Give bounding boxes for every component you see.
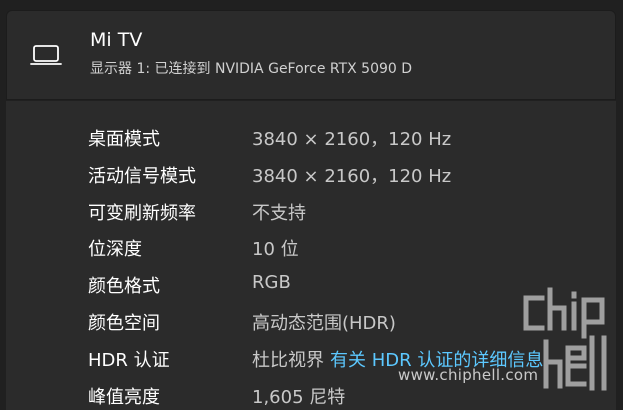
property-label: HDR 认证: [88, 350, 170, 371]
property-value: 1,605 尼特: [252, 387, 346, 408]
property-value: 3840 × 2160，120 Hz: [252, 129, 452, 150]
property-row-bit-depth: 位深度 10 位: [6, 227, 616, 261]
display-header-card: Mi TV 显示器 1: 已连接到 NVIDIA GeForce RTX 509…: [6, 10, 616, 100]
device-connection-info: 显示器 1: 已连接到 NVIDIA GeForce RTX 5090 D: [90, 61, 413, 77]
property-label: 颜色空间: [88, 313, 160, 334]
property-value: 3840 × 2160，120 Hz: [252, 166, 452, 187]
property-label: 活动信号模式: [88, 166, 196, 187]
property-label: 可变刷新频率: [88, 203, 196, 224]
property-value: RGB: [252, 272, 291, 293]
device-name: Mi TV: [90, 29, 143, 51]
property-label: 颜色格式: [88, 276, 160, 297]
property-value: 10 位: [252, 239, 299, 260]
property-value: 高动态范围(HDR): [252, 313, 396, 334]
property-label: 位深度: [88, 239, 142, 260]
property-row-active-signal-mode: 活动信号模式 3840 × 2160，120 Hz: [6, 154, 616, 188]
property-value: 不支持: [252, 203, 306, 224]
property-label: 桌面模式: [88, 129, 160, 150]
chiphell-watermark-url: www.chiphell.com: [398, 366, 539, 384]
property-row-variable-refresh-rate: 可变刷新频率 不支持: [6, 191, 616, 225]
property-row-desktop-mode: 桌面模式 3840 × 2160，120 Hz: [6, 117, 616, 151]
property-label: 峰值亮度: [88, 387, 160, 408]
laptop-icon: [30, 45, 62, 65]
display-properties-window: Mi TV 显示器 1: 已连接到 NVIDIA GeForce RTX 509…: [0, 0, 623, 410]
property-value: 杜比视界: [252, 350, 324, 371]
